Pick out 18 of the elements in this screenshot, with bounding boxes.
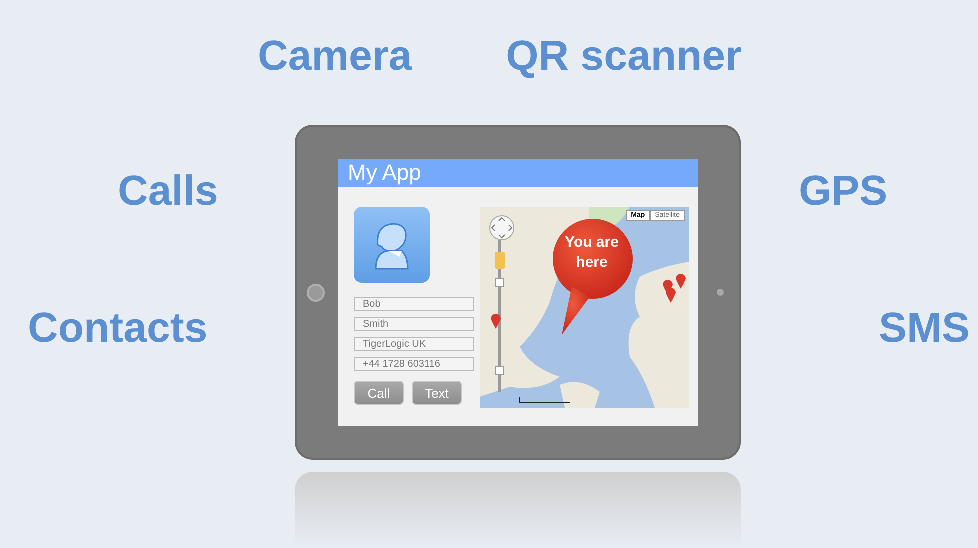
feature-label: Calls bbox=[118, 170, 218, 212]
action-button[interactable]: Text bbox=[412, 381, 462, 405]
contact-field[interactable]: +44 1728 603116 bbox=[354, 357, 474, 371]
app-title: My App bbox=[348, 160, 422, 186]
feature-label: Contacts bbox=[28, 307, 208, 349]
action-button[interactable]: Call bbox=[354, 381, 404, 405]
camera-dot bbox=[717, 289, 724, 296]
contact-field[interactable]: Bob bbox=[354, 297, 474, 311]
home-button[interactable] bbox=[307, 284, 325, 302]
feature-label: GPS bbox=[799, 170, 888, 212]
feature-label: Camera bbox=[258, 35, 412, 77]
feature-label: SMS bbox=[879, 307, 970, 349]
pan-control-icon[interactable] bbox=[489, 215, 515, 241]
user-avatar-icon bbox=[354, 207, 430, 283]
callout-text: You are here bbox=[564, 233, 620, 273]
contact-field[interactable]: TigerLogic UK bbox=[354, 337, 474, 351]
contact-field[interactable]: Smith bbox=[354, 317, 474, 331]
feature-label: QR scanner bbox=[506, 35, 742, 77]
